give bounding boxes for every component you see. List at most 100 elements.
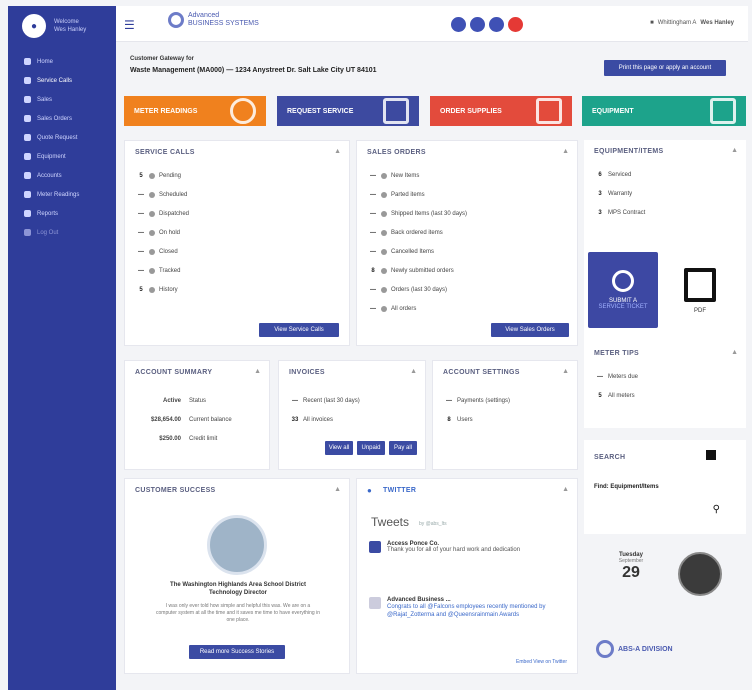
tweet[interactable]: Advanced Business ... Congrats to all @F… bbox=[369, 597, 565, 619]
list-item[interactable]: — Shipped Items (last 30 days) bbox=[365, 204, 467, 223]
collapse-icon[interactable]: ▲ bbox=[334, 486, 341, 493]
list-item-label: Dispatched bbox=[159, 210, 190, 217]
user-icon: ■ bbox=[650, 20, 654, 26]
status-icon bbox=[149, 229, 155, 236]
summary-value: Active bbox=[162, 397, 181, 404]
list-item[interactable]: 6 Serviced bbox=[592, 165, 645, 184]
sidebar-item-reports[interactable]: Reports bbox=[8, 204, 116, 223]
hamburger-menu-icon[interactable]: ☰ bbox=[124, 18, 135, 32]
sidebar-item-sales[interactable]: Sales bbox=[8, 90, 116, 109]
list-item[interactable]: — Recent (last 30 days) bbox=[287, 391, 360, 410]
list-item-label: Payments (settings) bbox=[457, 397, 511, 404]
list-item[interactable]: 5 History bbox=[133, 280, 189, 299]
list-item: $28,654.00 Current balance bbox=[133, 410, 232, 429]
collapse-icon[interactable]: ▲ bbox=[731, 147, 738, 154]
submit-service-ticket-button[interactable]: SUBMIT A SERVICE TICKET bbox=[588, 252, 658, 328]
account-settings-card: ACCOUNT SETTINGS ▲ — Payments (settings) … bbox=[432, 360, 578, 470]
collapse-icon[interactable]: ▲ bbox=[562, 148, 569, 155]
invoices-unpaid-button[interactable]: Unpaid bbox=[357, 441, 385, 455]
list-item[interactable]: — Back ordered items bbox=[365, 223, 467, 242]
invoices-view-all-button[interactable]: View all bbox=[325, 441, 353, 455]
list-item[interactable]: — Cancelled Items bbox=[365, 242, 467, 261]
sidebar-nav: Home Service Calls Sales Sales Orders Qu… bbox=[8, 52, 116, 242]
list-item[interactable]: — Closed bbox=[133, 242, 189, 261]
view-service-calls-button[interactable]: View Service Calls bbox=[259, 323, 339, 337]
banner-equipment[interactable]: EQUIPMENT bbox=[582, 96, 746, 126]
sidebar-item-sales-orders[interactable]: Sales Orders bbox=[8, 109, 116, 128]
status-icon bbox=[149, 286, 155, 293]
list-item[interactable]: — Scheduled bbox=[133, 185, 189, 204]
collapse-icon[interactable]: ▲ bbox=[410, 368, 417, 375]
home-icon bbox=[24, 58, 31, 65]
twitter-card: ● TWITTER ▲ Tweets by @abs_lts Access Po… bbox=[356, 478, 578, 674]
count: — bbox=[370, 172, 376, 179]
tweets-heading: Tweets bbox=[371, 515, 410, 529]
twitter-bird-icon: ● bbox=[367, 486, 372, 495]
list-item[interactable]: — Parted items bbox=[365, 185, 467, 204]
list-item[interactable]: 5 Pending bbox=[133, 166, 189, 185]
collapse-icon[interactable]: ▲ bbox=[562, 368, 569, 375]
list-item[interactable]: — All orders bbox=[365, 299, 467, 318]
user-avatar-icon[interactable]: ● bbox=[22, 14, 46, 38]
list-item-label: Parted items bbox=[391, 191, 425, 198]
banner-request-service[interactable]: REQUEST SERVICE bbox=[277, 96, 419, 126]
sidebar-welcome: Welcome bbox=[54, 19, 79, 25]
list-icon bbox=[24, 115, 31, 122]
brand-name: Advanced bbox=[188, 12, 220, 19]
list-item[interactable]: 5 All meters bbox=[592, 386, 638, 405]
list-item[interactable]: — New Items bbox=[365, 166, 467, 185]
list-item-label: MPS Contract bbox=[608, 209, 646, 216]
collapse-icon[interactable]: ▲ bbox=[334, 148, 341, 155]
brand-logo[interactable]: Advanced BUSINESS SYSTEMS bbox=[168, 12, 259, 28]
sidebar: ● Welcome Wes Hanley Home Service Calls … bbox=[8, 6, 116, 690]
collapse-icon[interactable]: ▲ bbox=[562, 486, 569, 493]
list-item[interactable]: 8 Newly submitted orders bbox=[365, 261, 467, 280]
apply-account-button[interactable]: Print this page or apply an account bbox=[604, 60, 726, 76]
banner-order-supplies[interactable]: ORDER SUPPLIES bbox=[430, 96, 572, 126]
invoices-pay-all-button[interactable]: Pay all bbox=[389, 441, 417, 455]
list-item[interactable]: — Tracked bbox=[133, 261, 189, 280]
calendar-widget: Tuesday September 29 bbox=[606, 552, 656, 600]
quick-action-2-icon[interactable] bbox=[470, 17, 485, 32]
banner-meter-readings[interactable]: METER READINGS bbox=[124, 96, 266, 126]
invoices-card: INVOICES ▲ — Recent (last 30 days) 33 All … bbox=[278, 360, 426, 470]
list-item[interactable]: — Payments (settings) bbox=[441, 391, 510, 410]
list-item[interactable]: — On hold bbox=[133, 223, 189, 242]
list-item[interactable]: 33 All invoices bbox=[287, 410, 360, 429]
count: — bbox=[446, 397, 452, 404]
sidebar-item-accounts[interactable]: Accounts bbox=[8, 166, 116, 185]
search-toggle-icon[interactable] bbox=[706, 450, 716, 460]
search-icon[interactable]: ⚲ bbox=[713, 504, 720, 515]
list-item[interactable]: 3 Warranty bbox=[592, 184, 645, 203]
list-item-label: All invoices bbox=[303, 416, 334, 423]
count: — bbox=[370, 191, 376, 198]
clock-icon bbox=[678, 552, 722, 596]
sidebar-item-home[interactable]: Home bbox=[8, 52, 116, 71]
embed-link[interactable]: Embed View on Twitter bbox=[516, 659, 567, 665]
read-success-stories-button[interactable]: Read more Success Stories bbox=[189, 645, 285, 659]
sidebar-item-logout[interactable]: Log Out bbox=[8, 223, 116, 242]
card-title: ACCOUNT SUMMARY bbox=[135, 369, 213, 376]
pdf-icon[interactable] bbox=[684, 268, 716, 302]
quick-action-4-icon[interactable] bbox=[508, 17, 523, 32]
account-menu[interactable]: ■ Whittingham A Wes Hanley bbox=[650, 20, 734, 26]
count: — bbox=[138, 210, 144, 217]
view-sales-orders-button[interactable]: View Sales Orders bbox=[491, 323, 569, 337]
list-item[interactable]: — Meters due bbox=[592, 367, 638, 386]
list-item[interactable]: — Orders (last 30 days) bbox=[365, 280, 467, 299]
sidebar-item-label: Sales bbox=[37, 96, 53, 103]
list-item[interactable]: — Dispatched bbox=[133, 204, 189, 223]
list-item[interactable]: 8 Users bbox=[441, 410, 510, 429]
tweet[interactable]: Access Ponce Co. Thank you for all of yo… bbox=[369, 541, 565, 553]
sidebar-item-meter-readings[interactable]: Meter Readings bbox=[8, 185, 116, 204]
quick-action-3-icon[interactable] bbox=[489, 17, 504, 32]
sidebar-item-quote-request[interactable]: Quote Request bbox=[8, 128, 116, 147]
sidebar-item-equipment[interactable]: Equipment bbox=[8, 147, 116, 166]
list-item[interactable]: 3 MPS Contract bbox=[592, 203, 645, 222]
collapse-icon[interactable]: ▲ bbox=[731, 349, 738, 356]
sidebar-item-label: Log Out bbox=[37, 229, 59, 236]
sidebar-item-service-calls[interactable]: Service Calls bbox=[8, 71, 116, 90]
collapse-icon[interactable]: ▲ bbox=[254, 368, 261, 375]
quick-action-1-icon[interactable] bbox=[451, 17, 466, 32]
status-icon bbox=[381, 305, 387, 312]
